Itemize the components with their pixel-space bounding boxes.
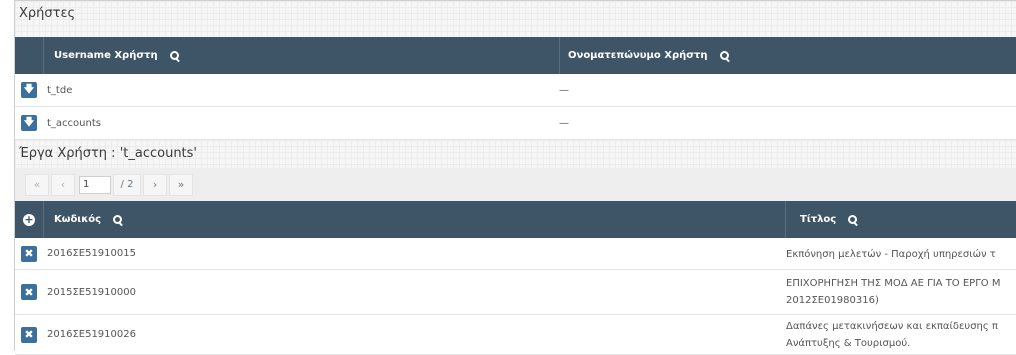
last-page-button[interactable]: » <box>169 173 193 196</box>
plus-circle-icon[interactable]: + <box>23 213 35 226</box>
users-header-spacer <box>15 37 43 74</box>
users-panel-title: Χρήστες <box>15 1 1016 37</box>
title-cell: Δαπάνες μετακινήσεων και εκπαίδευσης π Α… <box>786 318 1016 352</box>
search-icon[interactable] <box>719 50 730 61</box>
next-page-button[interactable]: › <box>143 173 167 196</box>
projects-panel-title: Έργα Χρήστη : 't_accounts' <box>15 140 1016 168</box>
fullname-cell: — <box>559 84 569 96</box>
code-cell: 2016ΣΕ51910015 <box>47 248 136 259</box>
search-icon[interactable] <box>169 50 180 61</box>
add-column[interactable]: + <box>15 201 43 238</box>
code-cell: 2015ΣΕ51910000 <box>47 286 136 298</box>
column-code-label: Κωδικός <box>54 214 102 225</box>
title-line: Εκπόνηση μελετών - Παροχή υπηρεσιών τ <box>786 249 996 260</box>
title-line: Ανάπτυξης & Τουρισμού. <box>786 338 911 349</box>
search-icon[interactable] <box>113 214 123 225</box>
projects-panel-title-text: Έργα Χρήστη : 't_accounts' <box>19 146 198 161</box>
code-cell: 2016ΣΕ51910026 <box>47 329 136 340</box>
pagination-bar: « ‹ 1 / 2 › » <box>15 168 1016 201</box>
close-icon[interactable]: ✖ <box>21 326 37 343</box>
column-code[interactable]: Κωδικός <box>43 201 785 238</box>
users-panel-title-text: Χρήστες <box>19 6 76 21</box>
page-number-input[interactable]: 1 <box>79 175 111 194</box>
first-page-button[interactable]: « <box>25 173 49 196</box>
username-cell: t_accounts <box>47 117 101 129</box>
column-fullname-label: Ονοματεπώνυμο Χρήστη <box>568 50 708 61</box>
prev-page-button[interactable]: ‹ <box>51 173 75 196</box>
projects-table-header: + Κωδικός Τίτλος <box>15 201 1016 238</box>
close-icon[interactable]: ✖ <box>21 284 37 300</box>
column-title-label: Τίτλος <box>800 214 837 225</box>
fullname-cell: — <box>559 117 569 129</box>
username-cell: t_tde <box>47 84 73 96</box>
search-icon[interactable] <box>848 214 858 225</box>
table-row[interactable]: 🡇 t_accounts — <box>15 107 1016 140</box>
close-icon[interactable]: ✖ <box>21 245 37 262</box>
title-cell: ΕΠΙΧΟΡΗΓΗΣΗ ΤΗΣ ΜΟΔ ΑΕ ΓΙΑ ΤΟ ΕΡΓΟ Μ 201… <box>786 275 1016 309</box>
title-line: Δαπάνες μετακινήσεων και εκπαίδευσης π <box>786 321 998 332</box>
column-username[interactable]: Username Χρήστη <box>43 37 559 74</box>
page-total: / 2 <box>113 173 141 196</box>
column-title[interactable]: Τίτλος <box>785 201 1016 238</box>
title-cell: Εκπόνηση μελετών - Παροχή υπηρεσιών τ <box>786 246 1016 263</box>
title-line: ΕΠΙΧΟΡΗΓΗΣΗ ΤΗΣ ΜΟΔ ΑΕ ΓΙΑ ΤΟ ΕΡΓΟ Μ <box>786 278 1001 289</box>
column-username-label: Username Χρήστη <box>54 50 158 61</box>
arrow-down-icon[interactable]: 🡇 <box>21 82 37 98</box>
column-fullname[interactable]: Ονοματεπώνυμο Χρήστη <box>559 37 1016 74</box>
table-row[interactable]: 🡇 t_tde — <box>15 74 1016 107</box>
users-table-header: Username Χρήστη Ονοματεπώνυμο Χρήστη <box>15 37 1016 74</box>
arrow-down-icon[interactable]: 🡇 <box>21 115 37 131</box>
title-line: 2012ΣΕ01980316) <box>786 295 879 306</box>
